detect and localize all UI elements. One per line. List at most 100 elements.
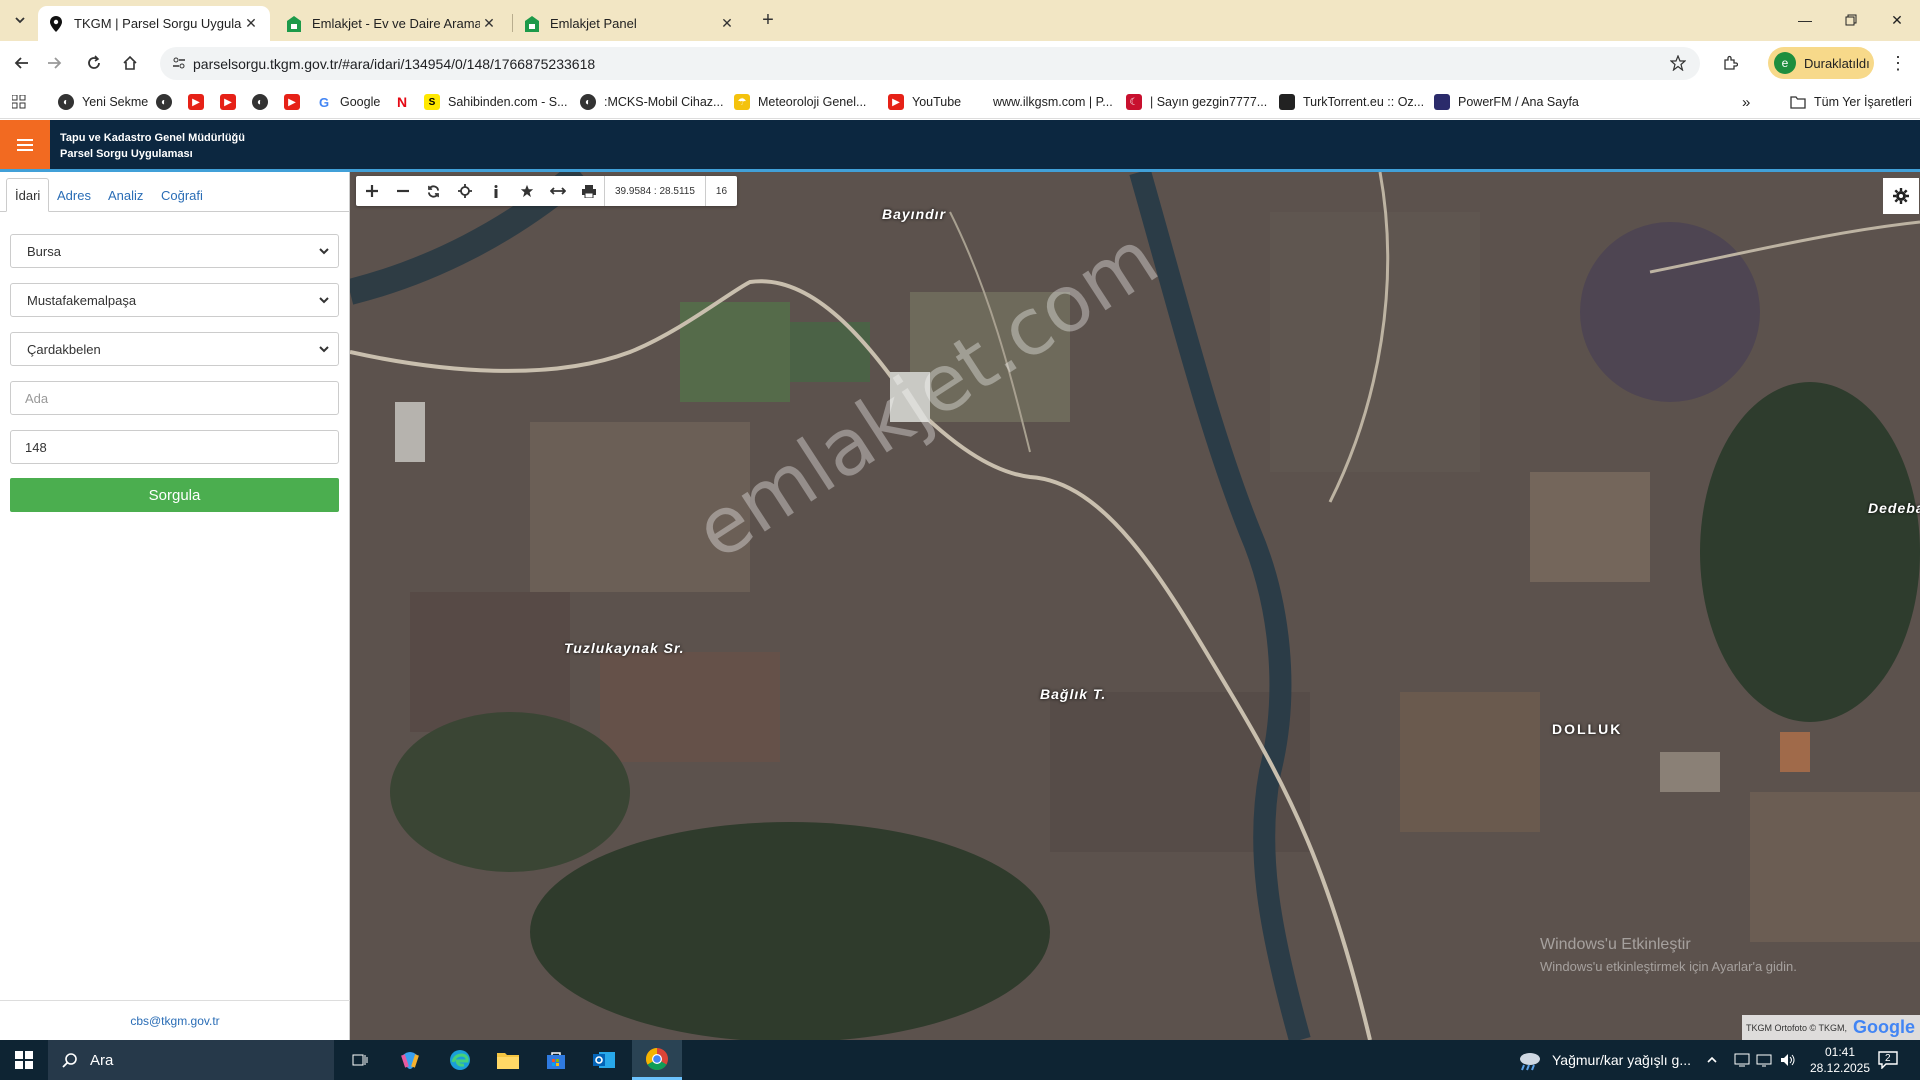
map-view[interactable]: emlakjet.com Bayındır Tuzlukaynak Sr. Ba… [350,172,1920,1040]
tab-emlakjet-panel[interactable]: Emlakjet Panel ✕ [514,6,746,41]
clock[interactable]: 01:41 28.12.2025 [1808,1040,1872,1080]
chevron-down-icon [15,17,25,24]
forward-button[interactable] [38,47,70,79]
il-select[interactable]: Bursa [10,234,339,268]
bookmark-label: :MCKS-Mobil Cihaz... [604,95,724,109]
profile-button[interactable]: e Duraklatıldı [1768,47,1874,79]
close-tab-icon[interactable]: ✕ [718,15,736,32]
bookmark-youtube-2[interactable]: ▶ [220,92,244,112]
print-button[interactable] [573,176,604,206]
weather-widget[interactable]: Yağmur/kar yağışlı g... [1516,1040,1691,1080]
bookmark-mcks[interactable]: ◐:MCKS-Mobil Cihaz... [580,92,723,112]
bookmark-google[interactable]: G Google [316,92,380,112]
close-tab-icon[interactable]: ✕ [242,15,260,32]
new-tab-button[interactable]: + [752,4,784,36]
ilce-select-value: Mustafakemalpaşa [27,292,137,308]
outlook-button[interactable] [584,1040,624,1080]
apps-button[interactable] [12,92,26,112]
bookmark-youtube-3[interactable]: ▶ [284,92,308,112]
all-bookmarks-folder[interactable]: Tüm Yer İşaretleri [1790,92,1912,112]
activation-line1: Windows'u Etkinleştir [1540,936,1691,953]
weather-text: Yağmur/kar yağışlı g... [1552,1052,1692,1068]
cast-icon[interactable] [1734,1040,1750,1080]
tab-adres[interactable]: Adres [49,178,99,212]
browser-tab-strip: TKGM | Parsel Sorgu Uygulama ✕ Emlakjet … [0,0,1920,41]
measure-button[interactable] [542,176,573,206]
volume-icon[interactable] [1780,1040,1796,1080]
browser-menu-button[interactable]: ⋮ [1882,47,1914,79]
back-button[interactable] [6,47,38,79]
bookmark-globe-2[interactable]: ◐ [252,92,276,112]
sidebar-tabs: İdari Adres Analiz Coğrafi [0,172,350,212]
address-bar[interactable]: parselsorgu.tkgm.gov.tr/#ara/idari/13495… [160,47,1700,80]
bookmark-youtube-1[interactable]: ▶ [188,92,212,112]
store-icon [547,1052,565,1069]
notification-count: 2 [1885,1052,1891,1064]
reload-button[interactable] [78,47,110,79]
zoom-out-button[interactable] [387,176,418,206]
bookmark-turktorrent[interactable]: TurkTorrent.eu :: Oz... [1279,92,1424,112]
bookmark-gezgin[interactable]: ☾ | Sayın gezgin7777... [1126,92,1267,112]
locate-button[interactable] [449,176,480,206]
ilce-select[interactable]: Mustafakemalpaşa [10,283,339,317]
info-button[interactable] [480,176,511,206]
bookmark-label: Sahibinden.com - S... [448,95,568,109]
avatar: e [1774,52,1796,74]
extensions-button[interactable] [1714,47,1746,79]
bookmark-meteoroloji[interactable]: ☂ Meteoroloji Genel... [734,92,866,112]
minus-icon [396,189,409,193]
bookmark-globe-1[interactable]: ◐ [156,92,180,112]
bookmark-powerfm[interactable]: PowerFM / Ana Sayfa [1434,92,1579,112]
restore-button[interactable] [1828,0,1874,40]
close-tab-icon[interactable]: ✕ [480,15,498,32]
tab-emlakjet-search[interactable]: Emlakjet - Ev ve Daire Aramanı ✕ [276,6,508,41]
minimize-button[interactable]: — [1782,0,1828,40]
bookmark-yeni-sekme[interactable]: ◐ Yeni Sekme [58,92,148,112]
map-settings-button[interactable] [1883,178,1919,214]
site-info-icon[interactable] [172,56,186,70]
chrome-icon [646,1047,668,1070]
torrent-icon [1279,94,1295,110]
tab-search-button[interactable] [4,4,36,36]
refresh-map-button[interactable] [418,176,449,206]
home-button[interactable] [114,47,146,79]
taskbar-search[interactable]: Ara [48,1040,334,1080]
ada-input[interactable] [10,381,339,415]
show-hidden-icons-button[interactable] [1706,1040,1718,1080]
bookmark-netflix[interactable]: N [394,92,418,112]
weather-cloud-icon [1520,1053,1540,1071]
tab-idari[interactable]: İdari [6,178,50,212]
sorgula-button[interactable]: Sorgula [10,478,339,512]
file-explorer-button[interactable] [488,1040,528,1080]
star-icon [520,184,533,198]
store-button[interactable] [536,1040,576,1080]
zoom-in-button[interactable] [356,176,387,206]
favorite-button[interactable] [511,176,542,206]
tab-label: TKGM | Parsel Sorgu Uygulama [74,16,242,31]
windows-logo-icon [15,1051,33,1069]
place-label-bayindir: Bayındır [882,206,947,222]
bookmark-ilkgsm[interactable]: www.ilkgsm.com | P... [969,92,1113,112]
network-icon[interactable] [1756,1040,1772,1080]
edge-button[interactable] [440,1040,480,1080]
bookmark-sahibinden[interactable]: S Sahibinden.com - S... [424,92,568,112]
notifications-button[interactable]: 2 [1878,1040,1898,1080]
page-icon [969,94,985,110]
bookmark-youtube[interactable]: ▶ YouTube [888,92,961,112]
copilot-button[interactable] [390,1040,430,1080]
mahalle-select[interactable]: Çardakbelen [10,332,339,366]
task-view-button[interactable] [340,1040,380,1080]
info-icon [494,184,497,198]
close-window-button[interactable]: ✕ [1874,0,1920,40]
parsel-input[interactable] [10,430,339,464]
tab-cografi[interactable]: Coğrafi [153,178,211,212]
copilot-icon [401,1052,419,1069]
tab-tkgm[interactable]: TKGM | Parsel Sorgu Uygulama ✕ [38,6,270,41]
contact-email-link[interactable]: cbs@tkgm.gov.tr [0,1000,350,1040]
more-bookmarks-button[interactable]: » [1742,92,1750,112]
tab-analiz[interactable]: Analiz [100,178,151,212]
star-icon[interactable] [1670,55,1686,71]
start-button[interactable] [0,1040,48,1080]
chrome-button[interactable] [632,1040,682,1080]
hamburger-menu-button[interactable] [0,120,50,169]
